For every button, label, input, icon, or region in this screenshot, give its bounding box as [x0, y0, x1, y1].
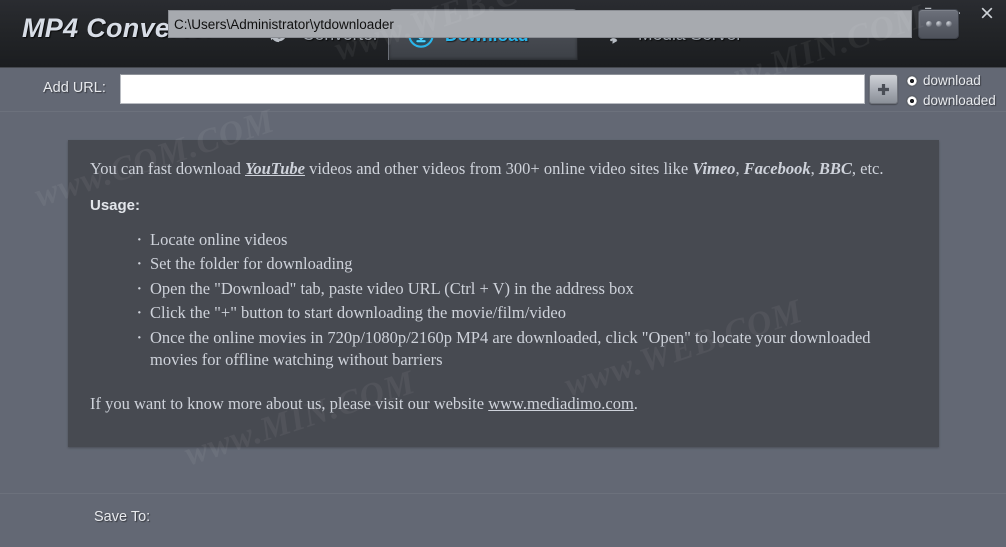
youtube-link[interactable]: YouTube [245, 159, 305, 178]
save-to-bar: Save To: [0, 493, 1006, 547]
info-intro-text: You can fast download YouTube videos and… [90, 158, 917, 180]
add-url-label: Add URL: [43, 80, 106, 96]
list-item: Locate online videos [136, 229, 917, 251]
info-sep-1: , [735, 159, 743, 178]
site-vimeo: Vimeo [692, 159, 735, 178]
usage-heading: Usage: [90, 196, 917, 216]
add-url-input[interactable] [120, 74, 865, 104]
browse-folder-button[interactable] [918, 9, 959, 39]
list-item: Set the folder for downloading [136, 253, 917, 275]
usage-list: Locate online videos Set the folder for … [136, 229, 917, 372]
info-panel: You can fast download YouTube videos and… [68, 140, 939, 447]
radio-download[interactable]: download [906, 73, 981, 88]
ellipsis-dot-icon [946, 21, 952, 27]
info-intro-pre: You can fast download [90, 159, 245, 178]
radio-downloaded-label: downloaded [923, 93, 996, 108]
plus-icon [875, 81, 892, 98]
save-to-label: Save To: [94, 509, 150, 525]
radio-downloaded-indicator [906, 95, 918, 107]
info-outro-post: . [634, 394, 638, 413]
save-to-input[interactable] [168, 10, 912, 38]
radio-downloaded[interactable]: downloaded [906, 93, 996, 108]
radio-download-indicator [906, 75, 918, 87]
close-window-button[interactable] [974, 2, 1000, 24]
ellipsis-dot-icon [926, 21, 932, 27]
info-outro-text: If you want to know more about us, pleas… [90, 393, 917, 415]
list-item: Open the "Download" tab, paste video URL… [136, 278, 917, 300]
radio-download-label: download [923, 73, 981, 88]
list-item: Once the online movies in 720p/1080p/216… [136, 327, 917, 371]
info-intro-post: , etc. [852, 159, 884, 178]
site-facebook: Facebook [744, 159, 811, 178]
list-item: Click the "+" button to start downloadin… [136, 302, 917, 324]
info-outro-pre: If you want to know more about us, pleas… [90, 394, 488, 413]
info-intro-mid: videos and other videos from 300+ online… [305, 159, 692, 178]
close-icon [980, 6, 994, 20]
info-sep-2: , [811, 159, 819, 178]
website-link[interactable]: www.mediadimo.com [488, 394, 634, 413]
ellipsis-dot-icon [936, 21, 942, 27]
add-url-button[interactable] [869, 74, 898, 104]
site-bbc: BBC [819, 159, 852, 178]
